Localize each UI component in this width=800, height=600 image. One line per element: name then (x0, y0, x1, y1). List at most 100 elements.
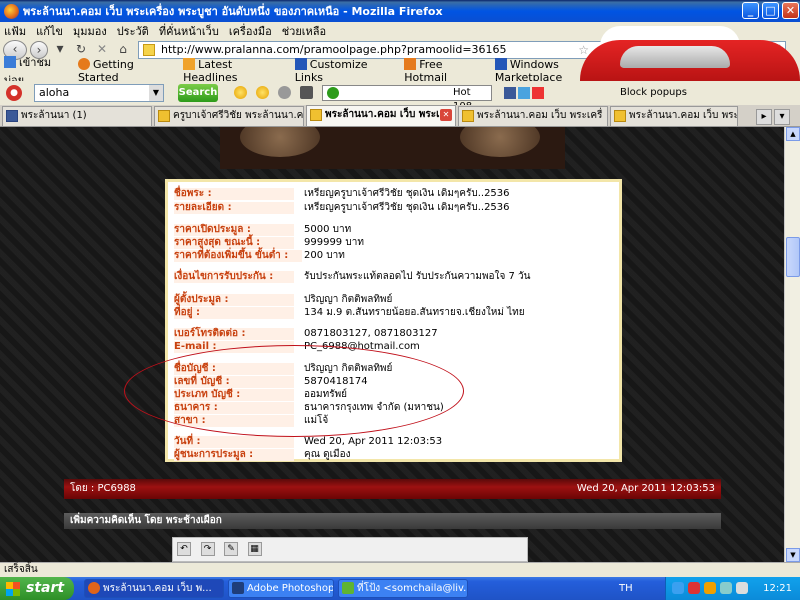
taskbar-item-photoshop[interactable]: Adobe Photoshop (228, 579, 334, 598)
game-icon[interactable] (278, 86, 291, 99)
tab-3-active[interactable]: พระล้านนา.คอม เว็บ พระเ... ✕ (306, 105, 456, 126)
addon-toolbar: ● aloha ▼ Search Hot 108 Block popups (0, 81, 800, 112)
photoshop-icon (232, 582, 244, 594)
web-search-input[interactable]: Search the web (Babylon) (626, 41, 786, 59)
task-label: ที่โป้ง <somchaila@liv... (357, 583, 468, 594)
tab-2[interactable]: ครูบาเจ้าศรีวิชัย พระล้านนา.ค... (154, 106, 304, 126)
info-value: คุณ ดูเมือง (304, 449, 351, 460)
twitter-icon[interactable] (518, 87, 530, 99)
menu-bookmarks[interactable]: ที่คั่นหน้าเว็บ (159, 22, 219, 40)
tab-1[interactable]: พระล้านนา (1) (2, 106, 152, 126)
bookmark-star-icon[interactable]: ☆ (578, 42, 589, 58)
block-popups-label[interactable]: Block popups (620, 87, 687, 98)
play-icon[interactable] (327, 87, 339, 99)
info-row: ราคาสูงสุด ขณะนี้ : 999999 บาท (174, 237, 614, 249)
smiley-icon[interactable] (234, 86, 247, 99)
info-value: รับประกันพระแท้ตลอดไป รับประกันความพอใจ … (304, 271, 531, 282)
menu-tools[interactable]: เครื่องมือ (229, 22, 272, 40)
url-text: http://www.pralanna.com/pramoolpage.php?… (161, 43, 507, 56)
bookmarks-bar: เข้าชมบ่อย Getting Started Latest Headli… (0, 56, 800, 87)
scroll-up-icon[interactable]: ▲ (786, 127, 800, 141)
menu-edit[interactable]: แก้ไข (36, 22, 63, 40)
info-value: เหรียญครูบาเจ้าศรีวิชัย ชุดเงิน เดิมๆครั… (304, 188, 510, 199)
info-label: ราคาเปิดประมูล : (174, 224, 294, 236)
highlight-oval (124, 345, 464, 437)
task-label: Adobe Photoshop (247, 583, 334, 594)
msn-icon (739, 58, 752, 70)
info-label: ราคาที่ต้องเพิ่มขึ้น ขั้นต่ำ : (174, 250, 302, 262)
task-label: พระล้านนา.คอม เว็บ พ... (103, 583, 212, 594)
table-icon[interactable]: ▦ (247, 542, 262, 556)
volume-icon[interactable] (736, 582, 748, 594)
info-label: รายละเอียด : (174, 202, 294, 214)
info-row: ที่อยู่ : 134 ม.9 ต.สันทรายน้อยอ.สันทรายจ… (174, 307, 614, 319)
web-search-placeholder: Search the web (Babylon) (653, 44, 783, 55)
tv-icon[interactable] (300, 86, 313, 99)
close-button[interactable]: ✕ (782, 2, 799, 19)
radio-player[interactable]: Hot 108 (322, 85, 492, 112)
redo-icon[interactable]: ↷ (200, 542, 215, 556)
url-bar[interactable]: http://www.pralanna.com/pramoolpage.php?… (138, 41, 608, 59)
windows-logo-icon (6, 582, 20, 596)
tab-scroll-right-icon[interactable]: ▸ (756, 109, 772, 125)
amulet-coin-back (460, 127, 540, 157)
info-row: วันที่ : Wed 20, Apr 2011 12:03:53 (174, 436, 614, 448)
info-row: รายละเอียด : เหรียญครูบาเจ้าศรีวิชัย ชุดเ… (174, 202, 614, 214)
stop-icon[interactable]: ✕ (93, 41, 111, 59)
tab-4[interactable]: พระล้านนา.คอม เว็บ พระเครื่ (458, 106, 608, 126)
messenger-icon (342, 582, 354, 594)
site-favicon-icon (310, 109, 322, 121)
page-viewport: ชื่อพระ : เหรียญครูบาเจ้าศรีวิชัย ชุดเงิน… (0, 127, 784, 562)
firefox-icon (88, 582, 100, 594)
info-value: 5000 บาท (304, 224, 352, 235)
clock[interactable]: 12:21 (763, 577, 792, 600)
info-row: ผู้ตั้งประมูล : ปริญญา กิตติพลทิพย์ (174, 294, 614, 306)
info-row: เบอร์โทรติดต่อ : 0871803127, 0871803127 (174, 328, 614, 340)
chevron-down-icon[interactable]: ▼ (149, 85, 163, 101)
bluetooth-icon[interactable] (720, 582, 732, 594)
edit-icon[interactable]: ✎ (224, 542, 238, 556)
info-row: เงื่อนไขการรับประกัน : รับประกันพระแท้ตลอ… (174, 271, 614, 283)
tab-5[interactable]: พระล้านนา.คอม เว็บ พระเครื่ (610, 106, 738, 126)
post-date: Wed 20, Apr 2011 12:03:53 (576, 483, 715, 494)
post-author: โดย : PC6988 (70, 483, 136, 494)
taskbar-item-firefox[interactable]: พระล้านนา.คอม เว็บ พ... (84, 579, 224, 598)
messenger-tray-icon[interactable] (704, 582, 716, 594)
info-row: ราคาที่ต้องเพิ่มขึ้น ขั้นต่ำ :200 บาท (174, 250, 614, 262)
toolbar-search-input[interactable]: aloha ▼ (34, 84, 164, 102)
info-label: ผู้ตั้งประมูล : (174, 294, 294, 306)
vertical-scrollbar[interactable]: ▲ ▼ (784, 127, 800, 562)
site-favicon-icon (614, 110, 626, 122)
info-value: ปริญญา กิตติพลทิพย์ (304, 294, 393, 305)
toolbar-search-value: aloha (39, 86, 70, 99)
minimize-button[interactable]: _ (742, 2, 759, 19)
network-icon[interactable] (672, 582, 684, 594)
info-value: 134 ม.9 ต.สันทรายน้อยอ.สันทรายจ.เชียงใหม… (304, 307, 525, 318)
site-favicon-icon (158, 110, 170, 122)
menu-help[interactable]: ช่วยเหลือ (282, 22, 326, 40)
antivirus-icon[interactable] (688, 582, 700, 594)
language-indicator[interactable]: TH (619, 577, 633, 600)
amulet-image (220, 127, 565, 169)
menu-file[interactable]: แฟ้ม (4, 22, 26, 40)
scroll-down-icon[interactable]: ▼ (786, 548, 800, 562)
menu-history[interactable]: ประวัติ (117, 22, 149, 40)
start-button[interactable]: start (0, 577, 74, 600)
smiley-icon[interactable] (256, 86, 269, 99)
taskbar-item-messenger[interactable]: ที่โป้ง <somchaila@liv... (338, 579, 468, 598)
maximize-button[interactable]: □ (762, 2, 779, 19)
scroll-thumb[interactable] (786, 237, 800, 277)
reload-icon[interactable]: ↻ (72, 41, 90, 59)
all-tabs-icon[interactable]: ▾ (774, 109, 790, 125)
youtube-icon[interactable] (532, 87, 544, 99)
toolbar-search-button[interactable]: Search (178, 84, 218, 102)
home-icon[interactable]: ⌂ (114, 41, 132, 59)
menu-view[interactable]: มุมมอง (73, 22, 107, 40)
facebook-icon[interactable] (504, 87, 516, 99)
close-tab-icon[interactable]: ✕ (440, 109, 452, 121)
info-row: ชื่อพระ : เหรียญครูบาเจ้าศรีวิชัย ชุดเงิน… (174, 188, 614, 200)
undo-icon[interactable]: ↶ (177, 542, 191, 556)
info-value: Wed 20, Apr 2011 12:03:53 (304, 436, 443, 447)
toolbar-logo-icon[interactable]: ● (6, 85, 22, 101)
menu-bar: แฟ้ม แก้ไข มุมมอง ประวัติ ที่คั่นหน้าเว็… (0, 22, 800, 39)
